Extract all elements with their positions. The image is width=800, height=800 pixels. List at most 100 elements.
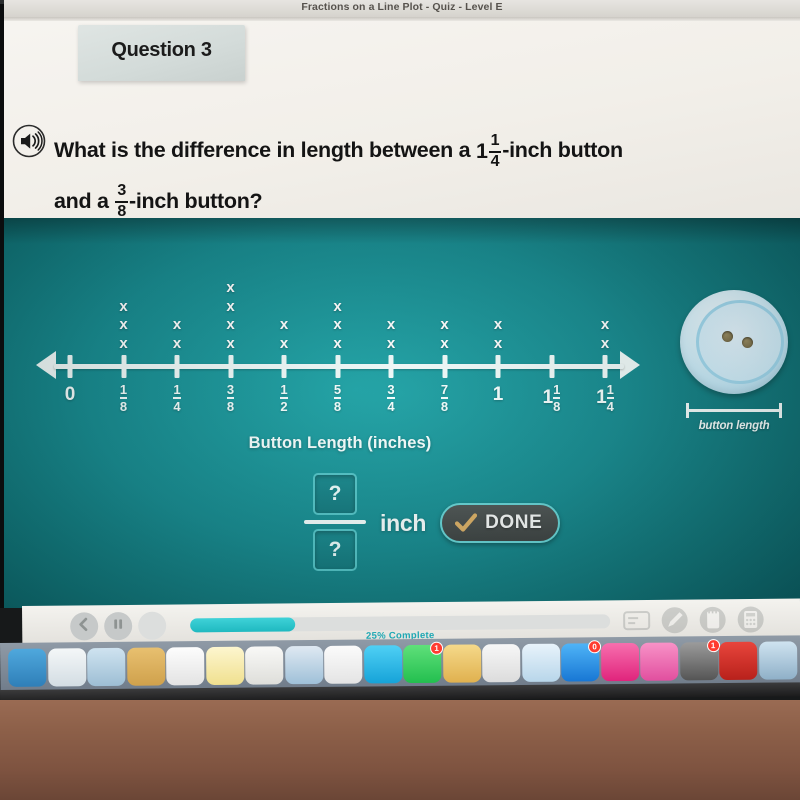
done-button[interactable]: DONE bbox=[440, 503, 561, 543]
x-mark: x bbox=[279, 334, 289, 352]
notepad-icon[interactable] bbox=[698, 605, 727, 634]
safari-icon[interactable] bbox=[47, 648, 86, 687]
tick-label: 38 bbox=[201, 383, 261, 414]
notes-icon[interactable] bbox=[205, 646, 244, 686]
x-mark: x bbox=[226, 334, 235, 352]
button-illustration: button length bbox=[674, 290, 794, 450]
blocked-icon[interactable] bbox=[600, 642, 639, 682]
back-arrow-icon bbox=[76, 616, 92, 637]
x-mark: x bbox=[172, 334, 182, 352]
appstore-alt-icon[interactable] bbox=[284, 645, 323, 685]
x-mark-stack: xx bbox=[269, 238, 299, 353]
fraction-numerator: 1 bbox=[490, 132, 500, 150]
itunes-icon[interactable] bbox=[640, 642, 679, 681]
pause-icon bbox=[111, 617, 125, 636]
tick-container: 0xxx18xx14xxxx38xx12xxx58xx34xx78xx1118x… bbox=[30, 238, 660, 458]
keynote-icon[interactable] bbox=[521, 643, 560, 682]
activity-area: 0xxx18xx14xxxx38xx12xxx58xx34xx78xx1118x… bbox=[4, 218, 800, 608]
settings-icon[interactable]: 1 bbox=[679, 639, 720, 681]
x-mark: x bbox=[440, 316, 449, 333]
x-mark: x bbox=[493, 316, 503, 333]
tick-label: 34 bbox=[361, 382, 421, 414]
fraction-3-8: 38 bbox=[115, 183, 128, 220]
tick-denominator: 8 bbox=[226, 399, 235, 414]
tick-numerator: 3 bbox=[387, 382, 395, 397]
tick-denominator: 4 bbox=[606, 399, 614, 414]
tick-numerator: 1 bbox=[553, 382, 561, 397]
unit-label: inch bbox=[380, 509, 427, 536]
x-mark-stack: xx bbox=[590, 238, 620, 353]
fraction-1-4: 14 bbox=[488, 132, 502, 170]
contacts-icon[interactable] bbox=[245, 646, 284, 685]
x-mark: x bbox=[226, 279, 235, 296]
tick-numerator: 1 bbox=[280, 382, 288, 397]
laptop-bezel: MacBook Air bbox=[0, 700, 800, 800]
mixed-whole: 1 bbox=[475, 139, 488, 164]
button-with-two-holes-icon bbox=[680, 290, 788, 394]
messages-icon[interactable] bbox=[363, 645, 402, 684]
roblox-icon[interactable] bbox=[719, 641, 758, 681]
axis-tick bbox=[549, 355, 554, 378]
tick-whole: 0 bbox=[64, 384, 76, 405]
x-mark: x bbox=[386, 334, 396, 352]
x-mark: x bbox=[172, 316, 182, 333]
notification-badge: 1 bbox=[430, 641, 444, 655]
question-tab-label: Question 3 bbox=[111, 39, 212, 61]
axis-tick bbox=[495, 355, 501, 378]
finder-icon[interactable] bbox=[8, 648, 47, 687]
screenshot-root: Fractions on a Line Plot - Quiz - Level … bbox=[0, 0, 800, 800]
tick-fraction: 12 bbox=[280, 382, 288, 413]
notification-badge: 1 bbox=[706, 639, 720, 653]
photos-icon[interactable] bbox=[324, 645, 363, 684]
preview-icon[interactable] bbox=[87, 647, 126, 687]
tick-denominator: 8 bbox=[440, 399, 449, 414]
x-mark-stack: xx bbox=[376, 238, 406, 353]
tick-fraction: 58 bbox=[333, 382, 342, 413]
facetime-icon[interactable]: 1 bbox=[403, 641, 444, 684]
tick-label: 1 bbox=[468, 384, 528, 406]
x-mark-stack: xxx bbox=[109, 238, 139, 353]
line-plot: 0xxx18xx14xxxx38xx12xxx58xx34xx78xx1118x… bbox=[30, 238, 660, 458]
x-mark: x bbox=[226, 316, 235, 333]
pages-icon[interactable] bbox=[442, 644, 481, 683]
axis-tick bbox=[602, 355, 608, 378]
tick-numerator: 1 bbox=[173, 382, 181, 397]
axis-tick bbox=[442, 355, 447, 378]
mail-icon[interactable] bbox=[758, 641, 797, 680]
tick-denominator: 4 bbox=[387, 399, 395, 414]
tick-numerator: 7 bbox=[440, 382, 449, 397]
x-mark: x bbox=[493, 334, 503, 352]
numbers-icon[interactable] bbox=[482, 644, 521, 683]
calendar-icon[interactable] bbox=[166, 647, 205, 686]
tick-whole: 1 bbox=[492, 384, 504, 405]
appstore-icon[interactable]: 0 bbox=[561, 640, 602, 682]
button-inner-ring bbox=[696, 300, 784, 384]
numerator-input[interactable]: ? bbox=[313, 473, 357, 515]
denominator-input[interactable]: ? bbox=[313, 529, 357, 571]
tick-label: 0 bbox=[40, 384, 100, 406]
tick-numerator: 1 bbox=[119, 382, 128, 397]
measure-cap-right bbox=[779, 403, 782, 418]
calculator-icon[interactable] bbox=[736, 605, 765, 634]
question-line2-prefix: and a bbox=[54, 189, 109, 214]
question-panel: Question 3 What is the difference in len… bbox=[4, 21, 800, 220]
fraction-denominator: 4 bbox=[490, 152, 500, 170]
back-button[interactable] bbox=[70, 612, 99, 641]
pause-button[interactable] bbox=[104, 611, 133, 641]
reference-card-icon[interactable] bbox=[622, 606, 651, 635]
tick-numerator: 5 bbox=[333, 382, 342, 397]
tick-fraction: 38 bbox=[226, 383, 235, 414]
tick-fraction: 14 bbox=[606, 383, 614, 414]
tick-fraction: 78 bbox=[440, 382, 449, 414]
question-tab[interactable]: Question 3 bbox=[78, 25, 245, 81]
tick-whole: 1 bbox=[542, 387, 554, 409]
x-mark-stack: xx bbox=[483, 238, 513, 353]
x-mark-stack: xx bbox=[430, 238, 460, 353]
tick-denominator: 4 bbox=[173, 399, 181, 414]
tick-denominator: 8 bbox=[119, 399, 128, 414]
x-mark: x bbox=[333, 297, 342, 315]
folder-icon[interactable] bbox=[126, 647, 165, 686]
tick-fraction: 34 bbox=[387, 382, 395, 414]
pencil-icon[interactable] bbox=[660, 606, 689, 635]
speaker-icon[interactable] bbox=[12, 124, 46, 158]
